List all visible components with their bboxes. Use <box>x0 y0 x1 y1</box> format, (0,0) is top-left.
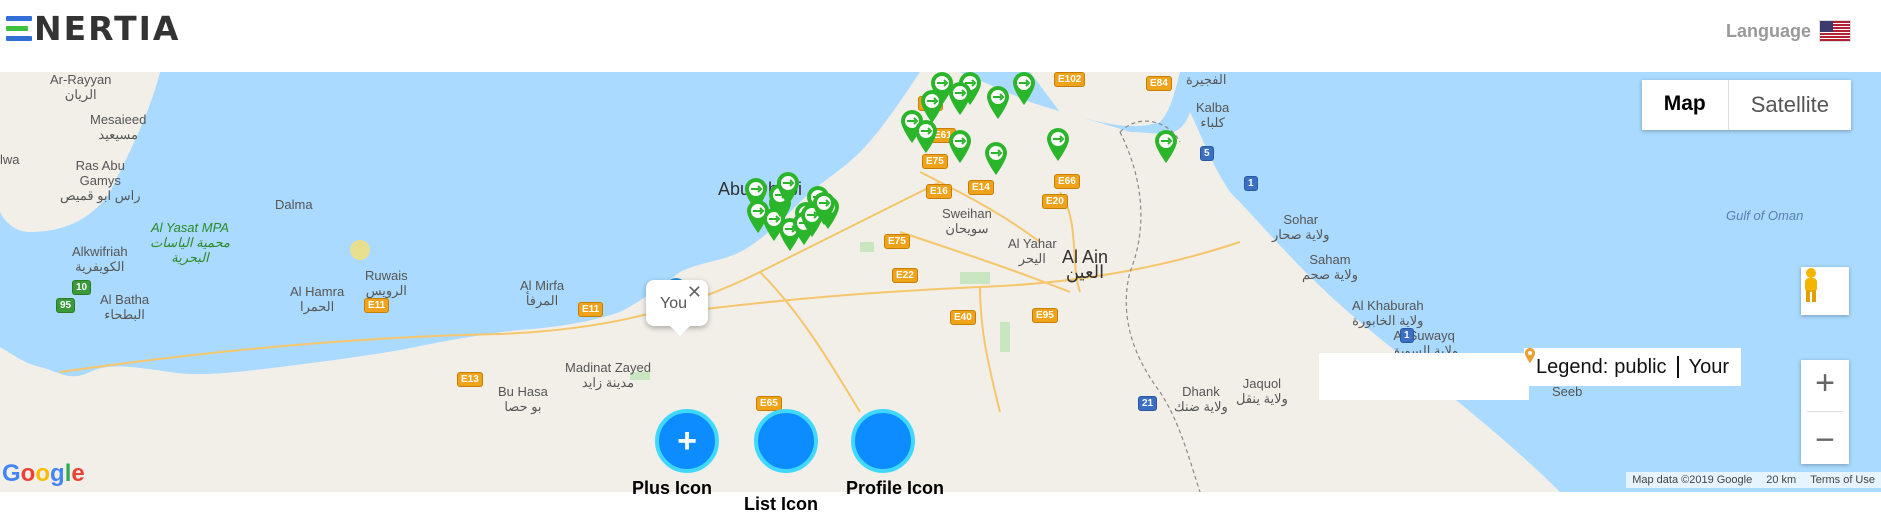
place-label: Sweihan سويحان <box>942 206 992 236</box>
place-label: Jaquol ولاية ينقل <box>1236 376 1288 406</box>
scale-text: 20 km <box>1766 474 1797 486</box>
place-label: Al Ain العين <box>1062 247 1109 282</box>
place-label: Kalba كلباء <box>1196 100 1230 130</box>
zoom-in-button[interactable]: + <box>1815 364 1835 403</box>
place-label: lwa <box>0 152 20 167</box>
inertia-logo[interactable]: NERTIA <box>6 8 180 48</box>
logo-mark-icon <box>6 14 32 42</box>
logo-text: NERTIA <box>34 8 181 48</box>
charging-station-pin[interactable] <box>948 82 972 116</box>
charging-station-pin[interactable] <box>1046 128 1070 162</box>
place-label: Al Yasat MPA محمية الياسات البحرية <box>150 220 230 265</box>
language-selector[interactable]: Language <box>1726 20 1851 42</box>
road-shield: 10 <box>72 280 92 295</box>
place-label: Ar-Rayyan الريان <box>50 72 112 102</box>
place-label: Seeb <box>1552 384 1583 399</box>
place-label: الفجيرة <box>1186 72 1227 87</box>
terms-link[interactable]: Terms of Use <box>1810 474 1875 486</box>
legend-label: Legend: <box>1536 355 1609 378</box>
place-label: Madinat Zayed مدينة زايد <box>565 360 651 390</box>
place-label: Al Mirfa المرفأ <box>520 278 565 308</box>
place-label: Al Khaburah ولاية الخابورة <box>1352 298 1424 328</box>
place-label: Sohar ولاية صحار <box>1272 212 1330 242</box>
road-shield: E11 <box>578 302 604 317</box>
your-pin-icon <box>1525 348 1535 363</box>
charging-station-pin[interactable] <box>986 86 1010 120</box>
profile-icon-label: Profile Icon <box>846 478 945 498</box>
popup-close-icon[interactable]: ✕ <box>687 282 702 303</box>
place-label: Ras Abu Gamys راس ابو قميص <box>60 158 141 203</box>
plus-icon-label: Plus Icon <box>632 478 713 498</box>
road-shield: E75 <box>922 154 948 169</box>
charging-station-pin[interactable] <box>914 120 938 154</box>
charging-station-pin[interactable] <box>984 142 1008 176</box>
place-label: Al Hamra الحمرا <box>290 284 345 314</box>
legend-your: Your <box>1688 355 1729 378</box>
charging-station-pin[interactable] <box>812 192 836 226</box>
popup-text: You <box>660 295 687 312</box>
list-icon-label: List Icon <box>744 494 819 514</box>
road-shield: 1 <box>1244 176 1258 191</box>
charging-station-pin[interactable] <box>948 130 972 164</box>
road-shield: 1 <box>1400 328 1414 343</box>
place-label: Al Batha البطحاء <box>100 292 150 322</box>
list-button[interactable] <box>754 409 818 473</box>
road-shield: E65 <box>756 396 782 411</box>
place-label: Bu Hasa بو حصا <box>498 384 548 414</box>
road-shield: E22 <box>892 268 918 283</box>
legend: Legend: public Your <box>1524 348 1741 386</box>
place-label: Dalma <box>275 197 313 212</box>
road-shield: E75 <box>884 234 910 249</box>
place-label: Ruwais الرويس <box>365 268 408 298</box>
road-shield: E40 <box>950 310 976 325</box>
street-view-pegman-icon[interactable] <box>1801 267 1849 315</box>
profile-button[interactable] <box>851 409 915 473</box>
language-label: Language <box>1725 20 1811 41</box>
us-flag-icon[interactable] <box>1819 20 1851 42</box>
legend-backdrop <box>1319 353 1529 400</box>
road-shield: E102 <box>1054 72 1086 87</box>
charging-station-pin[interactable] <box>776 172 800 206</box>
place-label: Alkwifriah الكويفرية <box>72 244 128 274</box>
zoom-control: + − <box>1801 360 1849 464</box>
road-shield: 5 <box>1200 146 1214 161</box>
road-shield: E95 <box>1032 308 1058 323</box>
place-label: Gulf of Oman <box>1726 208 1804 223</box>
road-shield: E20 <box>1042 194 1068 209</box>
map-type-map-button[interactable]: Map <box>1642 80 1729 130</box>
road-shield: E11 <box>364 298 390 313</box>
map-type-satellite-button[interactable]: Satellite <box>1729 80 1851 130</box>
place-label: Dhank ولاية ضنك <box>1174 384 1228 414</box>
plus-button[interactable]: + <box>655 409 719 473</box>
charging-station-pin[interactable] <box>1012 72 1036 106</box>
map-attribution: Map data ©2019 Google 20 km Terms of Use <box>1626 472 1881 488</box>
legend-public: public <box>1614 355 1667 378</box>
road-shield: E13 <box>457 372 483 387</box>
google-logo: Google <box>2 460 85 487</box>
place-label: Saham ولاية صحم <box>1302 252 1358 282</box>
road-shield: 21 <box>1138 396 1158 411</box>
place-label: Mesaieed مسيعيد <box>90 112 147 142</box>
zoom-out-button[interactable]: − <box>1815 421 1835 460</box>
road-shield: 95 <box>56 298 76 313</box>
top-bar: NERTIA Language <box>0 0 1881 72</box>
you-popup: You ✕ <box>646 280 708 336</box>
charging-station-pin[interactable] <box>1154 130 1178 164</box>
map-data-text: Map data ©2019 Google <box>1632 474 1753 486</box>
legend-divider <box>1676 356 1679 378</box>
place-label: Al Yahar اليحر <box>1008 236 1057 266</box>
road-shield: E84 <box>1146 76 1172 91</box>
road-shield: E14 <box>968 180 994 195</box>
map-type-control: Map Satellite <box>1641 80 1851 130</box>
map-canvas[interactable]: Ar-Rayyan الريان Mesaieed مسيعيد Ras Abu Ga… <box>0 72 1881 492</box>
road-shield: E66 <box>1054 174 1080 189</box>
road-shield: E16 <box>926 184 952 199</box>
